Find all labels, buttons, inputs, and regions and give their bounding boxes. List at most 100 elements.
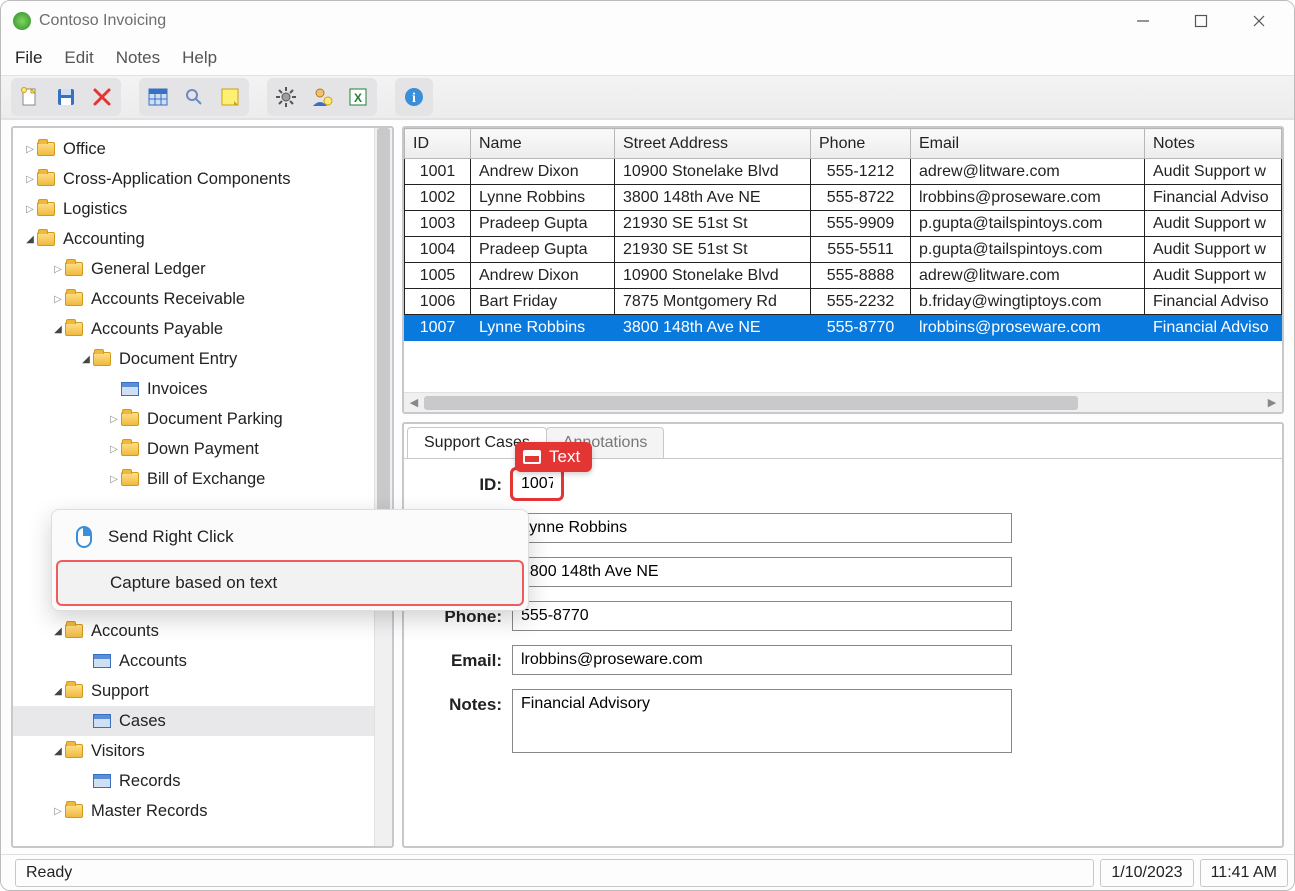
callout-text: Text <box>515 442 592 472</box>
table-row[interactable]: 1002Lynne Robbins3800 148th Ave NE555-87… <box>405 185 1282 211</box>
folder-icon <box>93 352 111 366</box>
tree-item-accounts-leaf[interactable]: Accounts <box>13 646 374 676</box>
user-icon[interactable] <box>305 80 339 114</box>
folder-icon <box>121 412 139 426</box>
tree-item-accounts[interactable]: ◢Accounts <box>13 616 374 646</box>
label-email: Email: <box>418 645 512 671</box>
status-time: 11:41 AM <box>1200 859 1288 887</box>
tree-item-gl[interactable]: ▷General Ledger <box>13 254 374 284</box>
column-street[interactable]: Street Address <box>615 129 811 159</box>
status-date: 1/10/2023 <box>1100 859 1193 887</box>
grid-horizontal-scrollbar[interactable]: ◀▶ <box>404 392 1282 412</box>
tree-item-master[interactable]: ▷Master Records <box>13 796 374 826</box>
window-title: Contoso Invoicing <box>39 12 1128 30</box>
tree-item-office[interactable]: ▷Office <box>13 134 374 164</box>
tree-item-downpay[interactable]: ▷Down Payment <box>13 434 374 464</box>
statusbar: Ready 1/10/2023 11:41 AM <box>1 854 1294 890</box>
table-icon[interactable] <box>141 80 175 114</box>
tree-item-docentry[interactable]: ◢Document Entry <box>13 344 374 374</box>
context-menu: Send Right Click Capture based on text <box>51 509 529 611</box>
column-email[interactable]: Email <box>911 129 1145 159</box>
status-text: Ready <box>15 859 1094 887</box>
table-row[interactable]: 1007Lynne Robbins3800 148th Ave NE555-87… <box>405 315 1282 341</box>
maximize-button[interactable] <box>1186 6 1216 36</box>
folder-icon <box>65 624 83 638</box>
table-node-icon <box>93 654 111 668</box>
minimize-button[interactable] <box>1128 6 1158 36</box>
folder-icon <box>65 292 83 306</box>
context-send-right-click[interactable]: Send Right Click <box>56 514 524 560</box>
table-row[interactable]: 1001Andrew Dixon10900 Stonelake Blvd555-… <box>405 159 1282 185</box>
records-grid: ID Name Street Address Phone Email Notes… <box>402 126 1284 414</box>
tree-item-docparking[interactable]: ▷Document Parking <box>13 404 374 434</box>
input-id[interactable] <box>512 469 562 499</box>
app-icon <box>13 12 31 30</box>
input-phone[interactable] <box>512 601 1012 631</box>
column-notes[interactable]: Notes <box>1145 129 1282 159</box>
table-row[interactable]: 1004Pradeep Gupta21930 SE 51st St555-551… <box>405 237 1282 263</box>
tree-item-invoices[interactable]: Invoices <box>13 374 374 404</box>
delete-icon[interactable] <box>85 80 119 114</box>
tree-item-records[interactable]: Records <box>13 766 374 796</box>
info-icon[interactable]: i <box>397 80 431 114</box>
column-id[interactable]: ID <box>405 129 471 159</box>
folder-icon <box>37 142 55 156</box>
input-notes[interactable] <box>512 689 1012 753</box>
context-capture-text[interactable]: Capture based on text <box>56 560 524 606</box>
window-frame-icon <box>523 450 541 464</box>
menu-edit[interactable]: Edit <box>64 48 93 68</box>
table-row[interactable]: 1003Pradeep Gupta21930 SE 51st St555-990… <box>405 211 1282 237</box>
excel-icon[interactable]: X <box>341 80 375 114</box>
app-window: Contoso Invoicing File Edit Notes Help X <box>0 0 1295 891</box>
table-row[interactable]: 1006Bart Friday7875 Montgomery Rd555-223… <box>405 289 1282 315</box>
tree-item-accounting[interactable]: ◢Accounting <box>13 224 374 254</box>
tree-item-cases[interactable]: Cases <box>13 706 374 736</box>
new-file-icon[interactable] <box>13 80 47 114</box>
gear-icon[interactable] <box>269 80 303 114</box>
folder-icon <box>65 744 83 758</box>
column-name[interactable]: Name <box>471 129 615 159</box>
menubar: File Edit Notes Help <box>1 41 1294 75</box>
folder-icon <box>37 202 55 216</box>
tree-item-ar[interactable]: ▷Accounts Receivable <box>13 284 374 314</box>
mouse-icon <box>74 525 94 549</box>
folder-icon <box>121 472 139 486</box>
folder-icon <box>65 804 83 818</box>
navigation-tree: ▷Office ▷Cross-Application Components ▷L… <box>11 126 394 848</box>
input-email[interactable] <box>512 645 1012 675</box>
folder-icon <box>65 322 83 336</box>
menu-file[interactable]: File <box>15 48 42 68</box>
detail-panel: Support Cases Annotations ID: X X Phone:… <box>402 422 1284 848</box>
tree-scrollbar[interactable] <box>374 128 392 846</box>
note-icon[interactable] <box>213 80 247 114</box>
menu-help[interactable]: Help <box>182 48 217 68</box>
tree-item-billex[interactable]: ▷Bill of Exchange <box>13 464 374 494</box>
svg-text:X: X <box>354 91 362 105</box>
input-street[interactable] <box>512 557 1012 587</box>
folder-icon <box>121 442 139 456</box>
input-name[interactable] <box>512 513 1012 543</box>
search-icon[interactable] <box>177 80 211 114</box>
menu-notes[interactable]: Notes <box>116 48 160 68</box>
folder-icon <box>37 232 55 246</box>
tree-item-logistics[interactable]: ▷Logistics <box>13 194 374 224</box>
close-button[interactable] <box>1244 6 1274 36</box>
titlebar: Contoso Invoicing <box>1 1 1294 41</box>
table-node-icon <box>93 714 111 728</box>
table-node-icon <box>121 382 139 396</box>
label-notes: Notes: <box>418 689 512 715</box>
tree-item-crossapp[interactable]: ▷Cross-Application Components <box>13 164 374 194</box>
column-phone[interactable]: Phone <box>811 129 911 159</box>
tree-item-support[interactable]: ◢Support <box>13 676 374 706</box>
toolbar: X i <box>1 75 1294 119</box>
folder-icon <box>65 262 83 276</box>
save-icon[interactable] <box>49 80 83 114</box>
table-node-icon <box>93 774 111 788</box>
label-id: ID: <box>418 469 512 495</box>
folder-icon <box>37 172 55 186</box>
svg-text:i: i <box>412 91 416 106</box>
window-controls <box>1128 6 1274 36</box>
table-row[interactable]: 1005Andrew Dixon10900 Stonelake Blvd555-… <box>405 263 1282 289</box>
tree-item-ap[interactable]: ◢Accounts Payable <box>13 314 374 344</box>
tree-item-visitors[interactable]: ◢Visitors <box>13 736 374 766</box>
